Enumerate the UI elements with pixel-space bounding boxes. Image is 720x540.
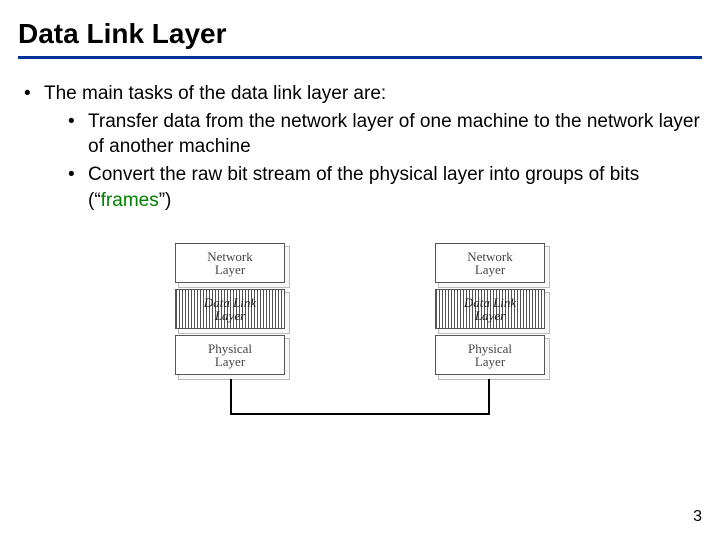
left-network-label-2: Layer [215,262,245,277]
left-stack: Network Layer Data Link Layer Physical L… [175,243,285,375]
left-physical-label-2: Layer [215,354,245,369]
title-underline [18,56,702,59]
bullet-item-1: Transfer data from the network layer of … [44,109,702,160]
slide-content: The main tasks of the data link layer ar… [18,81,702,213]
left-datalink-layer-box: Data Link Layer [175,289,285,329]
slide-title: Data Link Layer [18,18,702,50]
right-datalink-label-2: Layer [475,308,505,323]
bullet-intro-text: The main tasks of the data link layer ar… [44,83,386,104]
left-datalink-label-2: Layer [215,308,245,323]
bullet-item-2-post: ”) [159,190,172,211]
slide: Data Link Layer The main tasks of the da… [0,0,720,540]
right-physical-label-2: Layer [475,354,505,369]
right-network-layer-box: Network Layer [435,243,545,283]
left-network-layer-box: Network Layer [175,243,285,283]
bullet-item-2: Convert the raw bit stream of the physic… [44,162,702,213]
page-number: 3 [693,508,702,526]
layer-diagram: Network Layer Data Link Layer Physical L… [125,243,595,423]
bullet-item-2-frames: frames [101,190,159,211]
right-stack: Network Layer Data Link Layer Physical L… [435,243,545,375]
right-physical-layer-box: Physical Layer [435,335,545,375]
left-physical-layer-box: Physical Layer [175,335,285,375]
physical-link-cable [230,379,490,415]
right-network-label-2: Layer [475,262,505,277]
right-datalink-layer-box: Data Link Layer [435,289,545,329]
bullet-intro: The main tasks of the data link layer ar… [18,81,702,213]
